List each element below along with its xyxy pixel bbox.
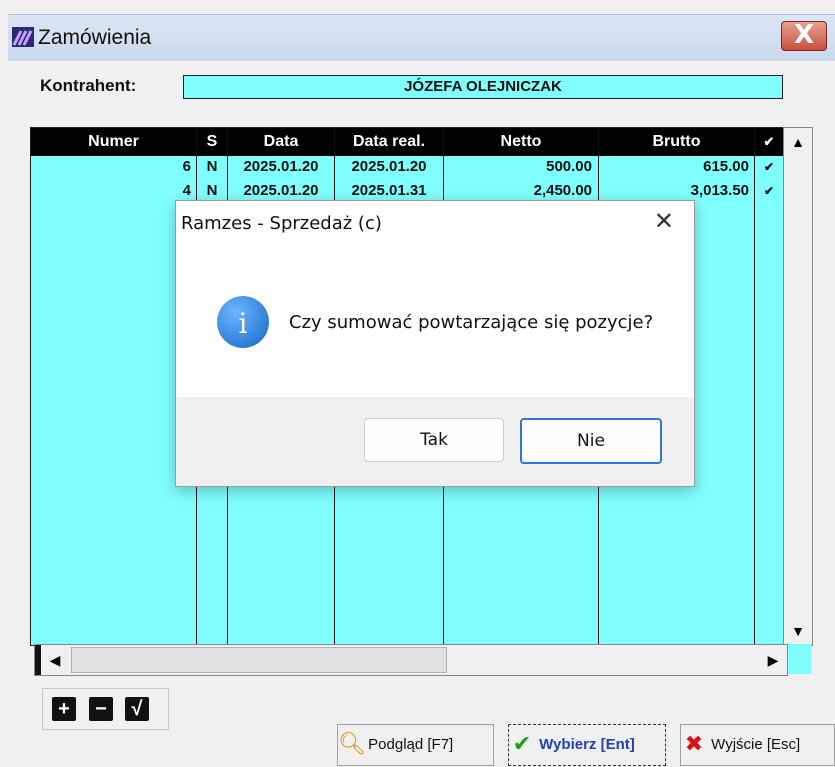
dialog-close-icon[interactable]: ✕ [654, 207, 674, 235]
kontrahent-field[interactable]: JÓZEFA OLEJNICZAK [183, 75, 783, 99]
scroll-right-arrow-icon[interactable]: ▶ [759, 645, 787, 675]
col-header-numer[interactable]: Numer [31, 128, 196, 156]
remove-row-button[interactable]: − [89, 697, 113, 721]
cell-netto: 2,450.00 [533, 182, 592, 199]
cell-numer: 4 [182, 182, 191, 199]
cell-s: N [206, 182, 218, 199]
col-header-check[interactable]: ✔ [755, 128, 783, 156]
scroll-left-arrow-icon[interactable]: ◀ [41, 645, 69, 675]
info-icon: i [217, 296, 269, 348]
kontrahent-label: Kontrahent: [40, 76, 137, 95]
dialog-title: Ramzes - Sprzedaż (c) [181, 213, 382, 234]
cell-data: 2025.01.20 [243, 158, 319, 175]
window-close-button[interactable]: X [781, 20, 827, 51]
cell-data-real: 2025.01.20 [351, 158, 427, 175]
cell-brutto: 3,013.50 [690, 182, 749, 199]
col-divider [754, 128, 755, 645]
dialog-message: Czy sumować powtarzające się pozycje? [289, 312, 654, 333]
scroll-up-arrow-icon[interactable]: ▲ [784, 128, 812, 156]
close-icon: X [793, 20, 815, 50]
horizontal-scrollbar[interactable]: ◀ ▶ [34, 644, 788, 676]
cell-numer: 6 [182, 158, 191, 175]
col-header-netto[interactable]: Netto [444, 128, 598, 156]
col-header-s[interactable]: S [197, 128, 227, 156]
info-glyph: i [238, 307, 248, 340]
title-bar: Zamówienia X [8, 14, 835, 61]
col-header-data-real[interactable]: Data real. [335, 128, 443, 156]
cell-netto: 500.00 [546, 158, 592, 175]
scroll-down-arrow-icon[interactable]: ▼ [784, 617, 812, 645]
orders-window: Zamówienia X Kontrahent: JÓZEFA OLEJNICZ… [0, 0, 835, 767]
scroll-corner [786, 644, 811, 674]
cell-check[interactable]: ✔ [755, 180, 783, 202]
red-x-icon: ✖ [684, 732, 704, 758]
exit-button[interactable]: ✖ Wyjście [Esc] [680, 724, 835, 766]
app-logo-icon [12, 27, 34, 47]
add-row-button[interactable]: + [52, 697, 76, 721]
cell-check[interactable]: ✔ [755, 156, 783, 178]
checkmark-icon: ✔ [512, 732, 532, 758]
cell-data: 2025.01.20 [243, 182, 319, 199]
cell-brutto: 615.00 [703, 158, 749, 175]
preview-button[interactable]: 🔍︎ Podgląd [F7] [337, 724, 494, 766]
cell-data-real: 2025.01.31 [351, 182, 427, 199]
table-header: Numer S Data Data real. Netto Brutto ✔ [31, 128, 784, 156]
cell-s: N [206, 158, 218, 175]
scroll-thumb[interactable] [71, 647, 447, 673]
no-button[interactable]: Nie [520, 418, 662, 464]
col-header-data[interactable]: Data [228, 128, 334, 156]
select-button[interactable]: ✔ Wybierz [Ent] [508, 724, 666, 766]
preview-label: Podgląd [F7] [368, 736, 454, 753]
exit-label: Wyjście [Esc] [711, 736, 801, 753]
vertical-scrollbar[interactable]: ▲ ▼ [783, 127, 813, 646]
yes-button[interactable]: Tak [364, 418, 504, 462]
confirm-dialog: Ramzes - Sprzedaż (c) ✕ i Czy sumować po… [175, 200, 695, 487]
select-label: Wybierz [Ent] [539, 736, 635, 753]
col-header-brutto[interactable]: Brutto [599, 128, 754, 156]
confirm-row-button[interactable]: √ [125, 697, 149, 721]
magnifier-icon: 🔍︎ [338, 732, 366, 758]
window-title: Zamówienia [38, 26, 152, 49]
